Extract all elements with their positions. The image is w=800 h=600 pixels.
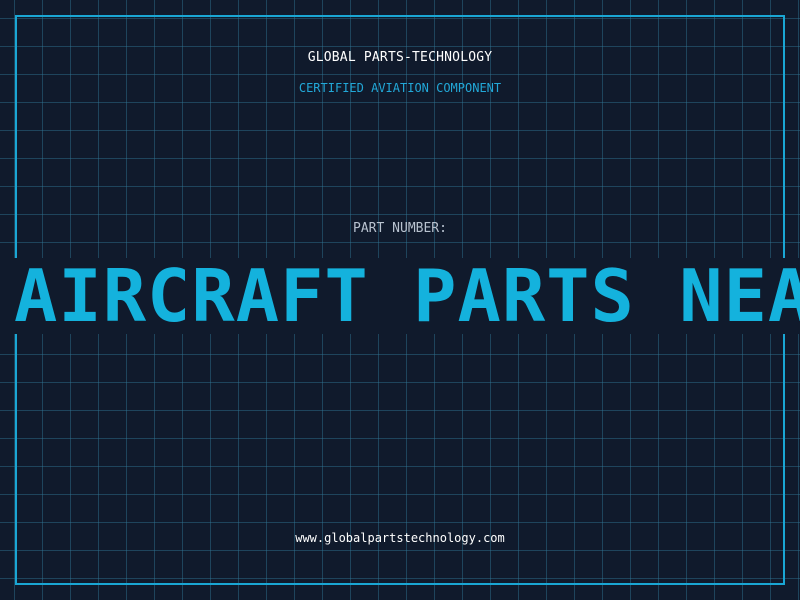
part-number-label: PART NUMBER: [353,221,447,236]
certification-tagline: CERTIFIED AVIATION COMPONENT [298,81,502,95]
website-url: www.globalpartstechnology.com [295,531,505,545]
company-name: GLOBAL PARTS-TECHNOLOGY [307,50,493,65]
part-number-banner: AIRCRAFT PARTS NEA [0,258,800,334]
part-number-value: AIRCRAFT PARTS NEA [14,258,800,334]
label-canvas: GLOBAL PARTS-TECHNOLOGY CERTIFIED AVIATI… [0,0,800,600]
